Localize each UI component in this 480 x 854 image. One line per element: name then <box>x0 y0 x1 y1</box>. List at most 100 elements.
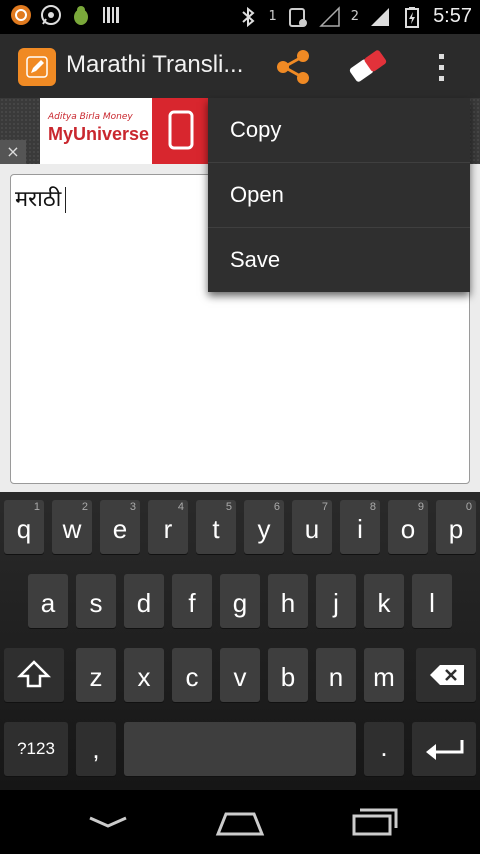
key-hint: 9 <box>417 501 424 513</box>
eraser-icon <box>349 50 387 82</box>
key-w[interactable]: 2w <box>52 500 92 554</box>
phone-icon <box>168 110 194 150</box>
overflow-icon <box>439 54 444 81</box>
sim1-label: 1 <box>268 9 277 24</box>
back-icon <box>89 816 127 828</box>
key-hint: 3 <box>129 501 136 513</box>
key-hint: 8 <box>369 501 376 513</box>
recent-apps-icon <box>352 808 398 836</box>
bluetooth-icon <box>237 6 259 28</box>
share-icon <box>277 50 309 84</box>
key-hint: 4 <box>177 501 184 513</box>
key-k[interactable]: k <box>364 574 404 628</box>
home-button[interactable] <box>214 806 266 838</box>
key-z[interactable]: z <box>76 648 116 702</box>
key-o[interactable]: 9o <box>388 500 428 554</box>
key-hint: 6 <box>273 501 280 513</box>
key-label: t <box>212 514 220 544</box>
key-a[interactable]: a <box>28 574 68 628</box>
key-label: n <box>328 662 344 692</box>
share-button[interactable] <box>272 46 314 88</box>
key-label: o <box>400 514 416 544</box>
key-p[interactable]: 0p <box>436 500 476 554</box>
signal-strength-icon <box>369 6 391 28</box>
backspace-key[interactable] <box>416 648 476 702</box>
enter-icon <box>426 740 464 760</box>
key-label: l <box>429 588 435 618</box>
key-label: m <box>373 662 395 692</box>
key-j[interactable]: j <box>316 574 356 628</box>
key-e[interactable]: 3e <box>100 500 140 554</box>
ad-small-text: Aditya Birla Money <box>48 112 133 122</box>
comma-key[interactable]: , <box>76 722 116 776</box>
key-label: v <box>233 662 247 692</box>
key-x[interactable]: x <box>124 648 164 702</box>
key-m[interactable]: m <box>364 648 404 702</box>
key-label: q <box>16 514 32 544</box>
key-t[interactable]: 5t <box>196 500 236 554</box>
key-label: h <box>280 588 296 618</box>
back-button[interactable] <box>84 806 132 838</box>
key-i[interactable]: 8i <box>340 500 380 554</box>
key-label: . <box>380 732 388 762</box>
keyboard: 1q 2w 3e 4r 5t 6y 7u 8i 9o 0p a s d f g … <box>0 492 480 790</box>
key-c[interactable]: c <box>172 648 212 702</box>
symbols-key[interactable]: ?123 <box>4 722 68 776</box>
eraser-button[interactable] <box>346 46 390 86</box>
recent-apps-button[interactable] <box>350 806 400 838</box>
key-g[interactable]: g <box>220 574 260 628</box>
backspace-icon <box>430 665 464 685</box>
key-label: x <box>137 662 151 692</box>
key-s[interactable]: s <box>76 574 116 628</box>
period-key[interactable]: . <box>364 722 404 776</box>
key-hint: 0 <box>465 501 472 513</box>
key-l[interactable]: l <box>412 574 452 628</box>
text-input-value: मराठी <box>15 187 62 212</box>
key-n[interactable]: n <box>316 648 356 702</box>
key-label: ?123 <box>17 739 55 758</box>
space-key[interactable] <box>124 722 356 776</box>
menu-item-save[interactable]: Save <box>208 228 470 292</box>
key-label: f <box>188 588 196 618</box>
key-b[interactable]: b <box>268 648 308 702</box>
pencil-icon <box>26 56 48 78</box>
key-hint: 2 <box>81 501 88 513</box>
key-f[interactable]: f <box>172 574 212 628</box>
key-hint: 1 <box>33 501 40 513</box>
barcode-icon <box>100 4 122 26</box>
nav-bar <box>0 790 480 854</box>
key-u[interactable]: 7u <box>292 500 332 554</box>
menu-item-open[interactable]: Open <box>208 163 470 228</box>
shift-icon <box>16 660 52 688</box>
app-icon[interactable] <box>18 48 56 86</box>
key-h[interactable]: h <box>268 574 308 628</box>
key-label: j <box>333 588 339 618</box>
key-label: k <box>377 588 391 618</box>
key-label: r <box>163 514 173 544</box>
key-r[interactable]: 4r <box>148 500 188 554</box>
key-label: i <box>357 514 363 544</box>
key-label: w <box>62 514 82 544</box>
key-label: u <box>304 514 320 544</box>
overflow-menu: Copy Open Save <box>208 98 470 292</box>
sim1-signal-icon <box>287 6 309 28</box>
key-label: c <box>185 662 199 692</box>
key-label: e <box>112 514 128 544</box>
key-label: , <box>92 734 100 764</box>
enter-key[interactable] <box>412 722 476 776</box>
key-y[interactable]: 6y <box>244 500 284 554</box>
key-d[interactable]: d <box>124 574 164 628</box>
ad-red-panel <box>152 98 212 164</box>
overflow-menu-button[interactable] <box>428 48 456 88</box>
shift-key[interactable] <box>4 648 64 702</box>
key-label: s <box>89 588 103 618</box>
ad-close-button[interactable]: × <box>0 140 26 164</box>
ad-brand-text: MyUniverse <box>48 124 150 144</box>
sim2-label: 2 <box>350 9 360 24</box>
key-q[interactable]: 1q <box>4 500 44 554</box>
key-v[interactable]: v <box>220 648 260 702</box>
menu-item-copy[interactable]: Copy <box>208 98 470 163</box>
key-label: d <box>136 588 152 618</box>
key-label: b <box>280 662 296 692</box>
key-label: z <box>89 662 103 692</box>
